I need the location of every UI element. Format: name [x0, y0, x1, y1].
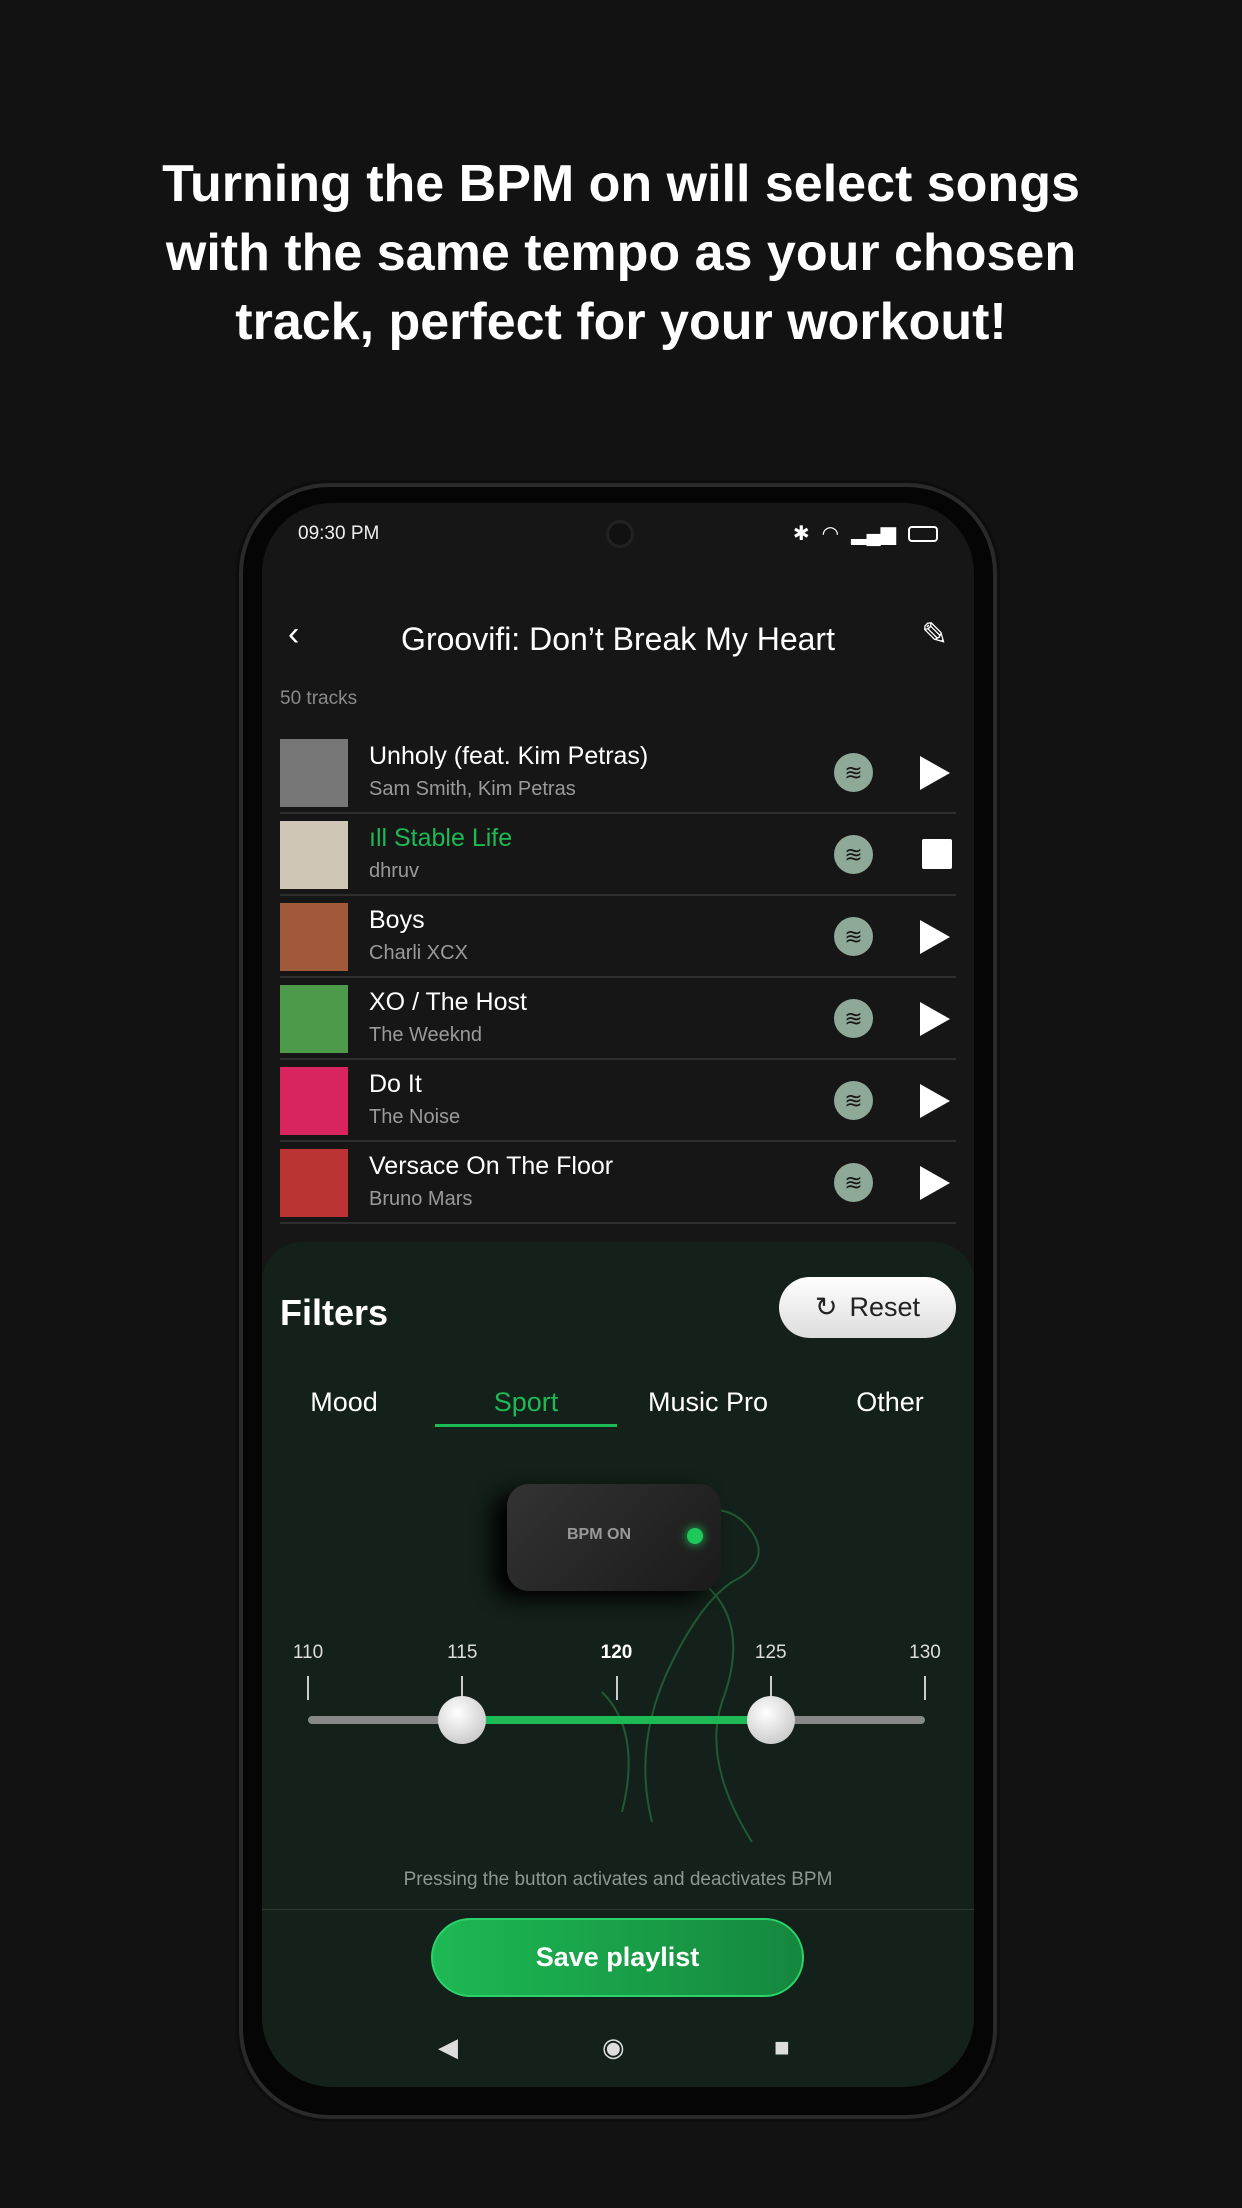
track-title-text: Unholy (feat. Kim Petras) — [369, 742, 649, 770]
slider-max-thumb[interactable] — [746, 1696, 795, 1744]
album-art — [280, 1067, 348, 1135]
track-title-text: XO / The Host — [369, 988, 527, 1016]
album-art — [280, 739, 348, 807]
tick-mark — [615, 1676, 618, 1700]
track-artist: Sam Smith, Kim Petras — [369, 778, 576, 800]
reset-label: Reset — [849, 1292, 921, 1322]
headline: Turning the BPM on will select songs wit… — [0, 150, 1242, 357]
track-artist: The Weeknd — [369, 1024, 483, 1046]
refresh-icon: ↻ — [814, 1292, 838, 1322]
slider-min-thumb[interactable] — [438, 1696, 487, 1744]
bpm-led — [687, 1528, 703, 1544]
play-icon[interactable] — [920, 1084, 950, 1118]
track-title: Unholy (feat. Kim Petras) — [369, 742, 648, 771]
tick-label: 120 — [600, 1642, 633, 1663]
help-text: Pressing the button activates and deacti… — [403, 1869, 833, 1890]
camera — [606, 520, 634, 548]
page-title: Groovifi: Don’t Break My Heart — [401, 621, 835, 657]
signal-icon: ▂▄▆ — [851, 523, 896, 545]
track-title-text: Versace On The Floor — [369, 1152, 614, 1180]
spotify-icon[interactable]: ≋ — [834, 1081, 873, 1120]
track-row[interactable]: Boys Charli XCX ≋ — [280, 896, 956, 978]
bpm-label: BPM ON — [567, 1526, 631, 1543]
track-row[interactable]: Do It The Noise ≋ — [280, 1060, 956, 1142]
album-art — [280, 1149, 348, 1217]
tab-sport[interactable]: Sport — [435, 1387, 617, 1418]
filters-panel: Filters ↻ Reset Mood Sport Music Pro Othe… — [262, 1242, 974, 2087]
track-row[interactable]: ıll Stable Life dhruv ≋ — [280, 814, 956, 896]
track-artist: Charli XCX — [369, 942, 468, 964]
tick-label: 115 — [447, 1642, 478, 1663]
track-row[interactable]: Versace On The Floor Bruno Mars ≋ — [280, 1142, 956, 1224]
tick-mark — [307, 1676, 309, 1700]
tick-mark — [924, 1676, 926, 1700]
track-row[interactable]: XO / The Host The Weeknd ≋ — [280, 978, 956, 1060]
track-title: Boys — [369, 906, 425, 935]
track-artist: dhruv — [369, 860, 420, 882]
track-title: Versace On The Floor — [369, 1152, 613, 1181]
spotify-icon[interactable]: ≋ — [834, 835, 873, 874]
album-art — [280, 903, 348, 971]
nav-back-icon[interactable]: ◀ — [438, 2032, 458, 2063]
track-title-text: Do It — [369, 1070, 422, 1098]
track-artist: Bruno Mars — [369, 1188, 473, 1210]
save-playlist-button[interactable]: Save playlist — [431, 1918, 804, 1997]
track-title: Do It — [369, 1070, 422, 1099]
bluetooth-icon: ✱ — [792, 523, 810, 545]
divider — [262, 1909, 974, 1910]
track-artist: The Noise — [369, 1106, 461, 1128]
spotify-icon[interactable]: ≋ — [834, 999, 873, 1038]
headline-line: with the same tempo as your chosen — [165, 224, 1077, 282]
filters-title: Filters — [280, 1292, 389, 1333]
headline-line: track, perfect for your workout! — [235, 293, 1007, 351]
tick-label: 125 — [754, 1642, 787, 1663]
spotify-icon[interactable]: ≋ — [834, 753, 873, 792]
wifi-icon: ◠ — [821, 523, 840, 545]
track-title: ıll Stable Life — [369, 824, 512, 853]
headline-line: Turning the BPM on will select songs — [162, 155, 1080, 213]
equalizer-icon: ıll — [369, 824, 394, 852]
album-art — [280, 985, 348, 1053]
status-time: 09:30 PM — [298, 523, 380, 544]
tab-mood[interactable]: Mood — [262, 1387, 435, 1418]
track-count: 50 tracks — [280, 688, 358, 709]
battery-icon — [908, 525, 938, 542]
track-title-text: Stable Life — [394, 824, 513, 852]
stop-icon[interactable] — [922, 839, 952, 869]
reset-button[interactable]: ↻ Reset — [779, 1277, 956, 1338]
play-icon[interactable] — [920, 756, 950, 790]
play-icon[interactable] — [920, 1166, 950, 1200]
nav-home-icon[interactable]: ◉ — [602, 2032, 625, 2063]
tab-other[interactable]: Other — [799, 1387, 974, 1418]
play-icon[interactable] — [920, 920, 950, 954]
tick-label: 130 — [909, 1642, 941, 1663]
tick-label: 110 — [292, 1642, 324, 1663]
track-row[interactable]: Unholy (feat. Kim Petras) Sam Smith, Kim… — [280, 732, 956, 814]
album-art — [280, 821, 348, 889]
status-icons: ✱ ◠ ▂▄▆ — [793, 521, 938, 546]
phone-screen: 09:30 PM ✱ ◠ ▂▄▆ ‹ Groovifi: Don’t Break… — [262, 503, 974, 2087]
edit-icon[interactable]: ✎ — [921, 615, 948, 653]
bpm-toggle-button[interactable]: BPM ON — [507, 1484, 721, 1591]
tab-music-pro[interactable]: Music Pro — [617, 1387, 799, 1418]
spotify-icon[interactable]: ≋ — [834, 1163, 873, 1202]
active-tab-indicator — [435, 1424, 617, 1427]
track-title: XO / The Host — [369, 988, 527, 1017]
track-title-text: Boys — [369, 906, 425, 934]
play-icon[interactable] — [920, 1002, 950, 1036]
slider-range-fill — [462, 1716, 771, 1724]
spotify-icon[interactable]: ≋ — [834, 917, 873, 956]
nav-recents-icon[interactable]: ■ — [774, 2032, 790, 2063]
